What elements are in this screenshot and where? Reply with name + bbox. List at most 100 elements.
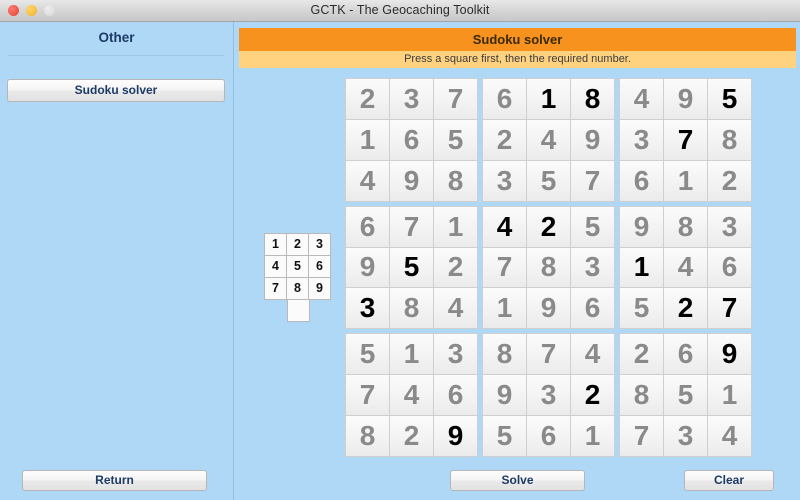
sudoku-cell[interactable]: 8 xyxy=(434,160,477,201)
sudoku-cell[interactable]: 1 xyxy=(390,334,433,375)
sudoku-cell[interactable]: 5 xyxy=(390,247,433,288)
sudoku-cell[interactable]: 5 xyxy=(346,334,389,375)
numpad-key-3[interactable]: 3 xyxy=(308,233,331,256)
sudoku-cell[interactable]: 2 xyxy=(620,334,663,375)
sudoku-cell[interactable]: 5 xyxy=(571,206,614,247)
sudoku-block: 237 165 498 xyxy=(345,78,478,202)
sudoku-cell[interactable]: 2 xyxy=(346,79,389,119)
sudoku-cell[interactable]: 9 xyxy=(483,375,526,416)
sudoku-cell[interactable]: 8 xyxy=(571,79,614,119)
sudoku-cell[interactable]: 3 xyxy=(346,288,389,329)
sudoku-cell[interactable]: 6 xyxy=(483,79,526,119)
sudoku-cell[interactable]: 8 xyxy=(346,416,389,456)
solve-button[interactable]: Solve xyxy=(450,470,585,491)
sudoku-cell[interactable]: 2 xyxy=(708,160,751,201)
numpad-key-9[interactable]: 9 xyxy=(308,277,331,300)
sudoku-cell[interactable]: 3 xyxy=(390,79,433,119)
sudoku-cell[interactable]: 1 xyxy=(620,247,663,288)
number-pad-row: 4 5 6 xyxy=(264,255,333,278)
sudoku-cell[interactable]: 7 xyxy=(527,334,570,375)
sudoku-cell[interactable]: 1 xyxy=(483,288,526,329)
sudoku-cell[interactable]: 4 xyxy=(708,416,751,456)
sudoku-cell[interactable]: 1 xyxy=(708,375,751,416)
sudoku-cell[interactable]: 5 xyxy=(708,79,751,119)
sudoku-cell[interactable]: 6 xyxy=(527,416,570,456)
sudoku-cell[interactable]: 7 xyxy=(346,375,389,416)
sudoku-cell[interactable]: 7 xyxy=(664,119,707,160)
sudoku-cell[interactable]: 8 xyxy=(708,119,751,160)
sudoku-cell[interactable]: 6 xyxy=(708,247,751,288)
sudoku-cell[interactable]: 8 xyxy=(527,247,570,288)
sudoku-cell[interactable]: 7 xyxy=(483,247,526,288)
sudoku-cell[interactable]: 3 xyxy=(483,160,526,201)
sudoku-cell[interactable]: 6 xyxy=(664,334,707,375)
sudoku-cell[interactable]: 4 xyxy=(346,160,389,201)
sudoku-cell[interactable]: 1 xyxy=(571,416,614,456)
sudoku-cell[interactable]: 5 xyxy=(620,288,663,329)
sudoku-cell[interactable]: 1 xyxy=(527,79,570,119)
sudoku-cell[interactable]: 6 xyxy=(390,119,433,160)
sudoku-cell[interactable]: 4 xyxy=(571,334,614,375)
sudoku-cell[interactable]: 4 xyxy=(527,119,570,160)
return-button[interactable]: Return xyxy=(22,470,207,491)
sudoku-cell[interactable]: 9 xyxy=(571,119,614,160)
numpad-key-blank[interactable] xyxy=(287,299,310,322)
sudoku-cell[interactable]: 4 xyxy=(664,247,707,288)
sudoku-cell[interactable]: 7 xyxy=(434,79,477,119)
sidebar-item-sudoku-solver[interactable]: Sudoku solver xyxy=(7,79,225,102)
sudoku-cell[interactable]: 2 xyxy=(571,375,614,416)
sudoku-cell[interactable]: 3 xyxy=(434,334,477,375)
sudoku-cell[interactable]: 2 xyxy=(434,247,477,288)
sudoku-cell[interactable]: 4 xyxy=(620,79,663,119)
numpad-key-7[interactable]: 7 xyxy=(264,277,287,300)
sudoku-cell[interactable]: 3 xyxy=(664,416,707,456)
sudoku-cell[interactable]: 8 xyxy=(483,334,526,375)
sudoku-cell[interactable]: 3 xyxy=(571,247,614,288)
sudoku-cell[interactable]: 3 xyxy=(620,119,663,160)
sudoku-cell[interactable]: 9 xyxy=(390,160,433,201)
numpad-key-8[interactable]: 8 xyxy=(286,277,309,300)
sudoku-cell[interactable]: 7 xyxy=(571,160,614,201)
sudoku-cell[interactable]: 9 xyxy=(708,334,751,375)
sudoku-cell[interactable]: 9 xyxy=(620,206,663,247)
sudoku-cell[interactable]: 6 xyxy=(434,375,477,416)
sudoku-cell[interactable]: 8 xyxy=(664,206,707,247)
sudoku-cell[interactable]: 5 xyxy=(527,160,570,201)
sudoku-cell[interactable]: 5 xyxy=(434,119,477,160)
sudoku-cell[interactable]: 9 xyxy=(664,79,707,119)
sudoku-cell[interactable]: 8 xyxy=(390,288,433,329)
sudoku-cell[interactable]: 6 xyxy=(571,288,614,329)
sudoku-cell[interactable]: 4 xyxy=(390,375,433,416)
sudoku-cell[interactable]: 2 xyxy=(664,288,707,329)
sudoku-cell[interactable]: 2 xyxy=(390,416,433,456)
numpad-key-6[interactable]: 6 xyxy=(308,255,331,278)
sudoku-cell[interactable]: 6 xyxy=(346,206,389,247)
sudoku-cell[interactable]: 7 xyxy=(390,206,433,247)
sudoku-block: 425 783 196 xyxy=(482,205,615,330)
numpad-key-5[interactable]: 5 xyxy=(286,255,309,278)
sudoku-cell[interactable]: 2 xyxy=(483,119,526,160)
sudoku-cell[interactable]: 7 xyxy=(708,288,751,329)
sudoku-cell[interactable]: 2 xyxy=(527,206,570,247)
sudoku-cell[interactable]: 9 xyxy=(434,416,477,456)
sudoku-cell[interactable]: 5 xyxy=(664,375,707,416)
sudoku-cell[interactable]: 4 xyxy=(434,288,477,329)
sudoku-cell[interactable]: 7 xyxy=(620,416,663,456)
numpad-key-4[interactable]: 4 xyxy=(264,255,287,278)
sudoku-cell[interactable]: 6 xyxy=(620,160,663,201)
sudoku-cell[interactable]: 4 xyxy=(483,206,526,247)
sudoku-cell[interactable]: 3 xyxy=(527,375,570,416)
sudoku-cell[interactable]: 1 xyxy=(346,119,389,160)
sudoku-cell[interactable]: 1 xyxy=(664,160,707,201)
numpad-key-2[interactable]: 2 xyxy=(286,233,309,256)
sudoku-cell[interactable]: 1 xyxy=(434,206,477,247)
sudoku-cell[interactable]: 5 xyxy=(483,416,526,456)
numpad-key-1[interactable]: 1 xyxy=(264,233,287,256)
clear-button[interactable]: Clear xyxy=(684,470,774,491)
sudoku-cell[interactable]: 3 xyxy=(708,206,751,247)
sidebar-title: Other xyxy=(98,30,135,45)
sudoku-cell[interactable]: 8 xyxy=(620,375,663,416)
sudoku-cell[interactable]: 9 xyxy=(346,247,389,288)
numpad-spacer xyxy=(264,299,287,322)
sudoku-cell[interactable]: 9 xyxy=(527,288,570,329)
